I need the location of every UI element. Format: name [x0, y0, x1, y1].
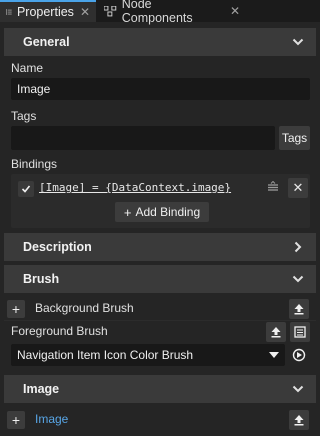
chevron-down-icon — [292, 275, 304, 283]
background-brush-label: Background Brush — [35, 301, 134, 315]
close-icon[interactable]: ✕ — [80, 5, 90, 19]
section-title: Image — [23, 382, 60, 396]
add-background-brush-button[interactable]: + — [7, 300, 25, 318]
divider — [4, 320, 316, 321]
close-icon: ✕ — [292, 180, 304, 195]
components-icon — [104, 5, 117, 16]
tags-button-label: Tags — [281, 131, 308, 145]
dropdown-arrow-icon — [269, 352, 279, 358]
tags-button[interactable]: Tags — [279, 126, 310, 150]
upload-icon[interactable] — [266, 322, 286, 342]
remove-binding-button[interactable]: ✕ — [288, 178, 308, 198]
section-description-header[interactable]: Description — [4, 233, 316, 261]
drag-handle-icon[interactable] — [264, 178, 282, 196]
close-icon[interactable]: ✕ — [230, 4, 240, 18]
section-title: Description — [23, 240, 92, 254]
resource-icon[interactable] — [290, 322, 310, 342]
section-brush-header[interactable]: Brush — [4, 265, 316, 293]
list-icon — [6, 9, 12, 15]
name-input[interactable]: Image — [11, 78, 310, 100]
section-title: Brush — [23, 272, 60, 286]
name-label: Name — [11, 61, 44, 75]
tab-node-components-label: Node Components — [121, 0, 193, 25]
tab-node-components[interactable]: Node Components ✕ — [98, 0, 246, 25]
checkmark-icon — [21, 185, 31, 193]
upload-icon[interactable] — [289, 410, 309, 430]
go-to-resource-icon[interactable] — [290, 346, 308, 364]
foreground-brush-value: Navigation Item Icon Color Brush — [17, 348, 194, 362]
add-binding-button[interactable]: + Add Binding — [115, 202, 209, 222]
upload-icon[interactable] — [289, 299, 309, 319]
add-image-button[interactable]: + — [7, 411, 25, 429]
section-image-header[interactable]: Image — [4, 375, 316, 403]
tags-label: Tags — [11, 109, 37, 123]
add-binding-label: Add Binding — [135, 205, 201, 219]
chevron-right-icon — [294, 241, 302, 253]
plus-icon: + — [123, 204, 132, 220]
bindings-label: Bindings — [11, 157, 58, 171]
tags-input[interactable] — [11, 126, 275, 150]
section-general-header[interactable]: General — [4, 28, 316, 56]
binding-expression[interactable]: [Image] = {DataContext.image} — [39, 181, 231, 194]
tab-properties[interactable]: Properties ✕ — [0, 0, 96, 22]
name-input-value: Image — [17, 82, 51, 96]
chevron-down-icon — [292, 385, 304, 393]
section-title: General — [23, 35, 70, 49]
plus-icon: + — [11, 412, 21, 428]
foreground-brush-select[interactable]: Navigation Item Icon Color Brush — [11, 344, 285, 366]
foreground-brush-label: Foreground Brush — [11, 324, 108, 338]
binding-checkbox[interactable] — [18, 181, 34, 197]
image-property-label: Image — [35, 412, 69, 426]
chevron-down-icon — [292, 38, 304, 46]
plus-icon: + — [11, 301, 21, 317]
tab-properties-label: Properties — [16, 5, 74, 19]
